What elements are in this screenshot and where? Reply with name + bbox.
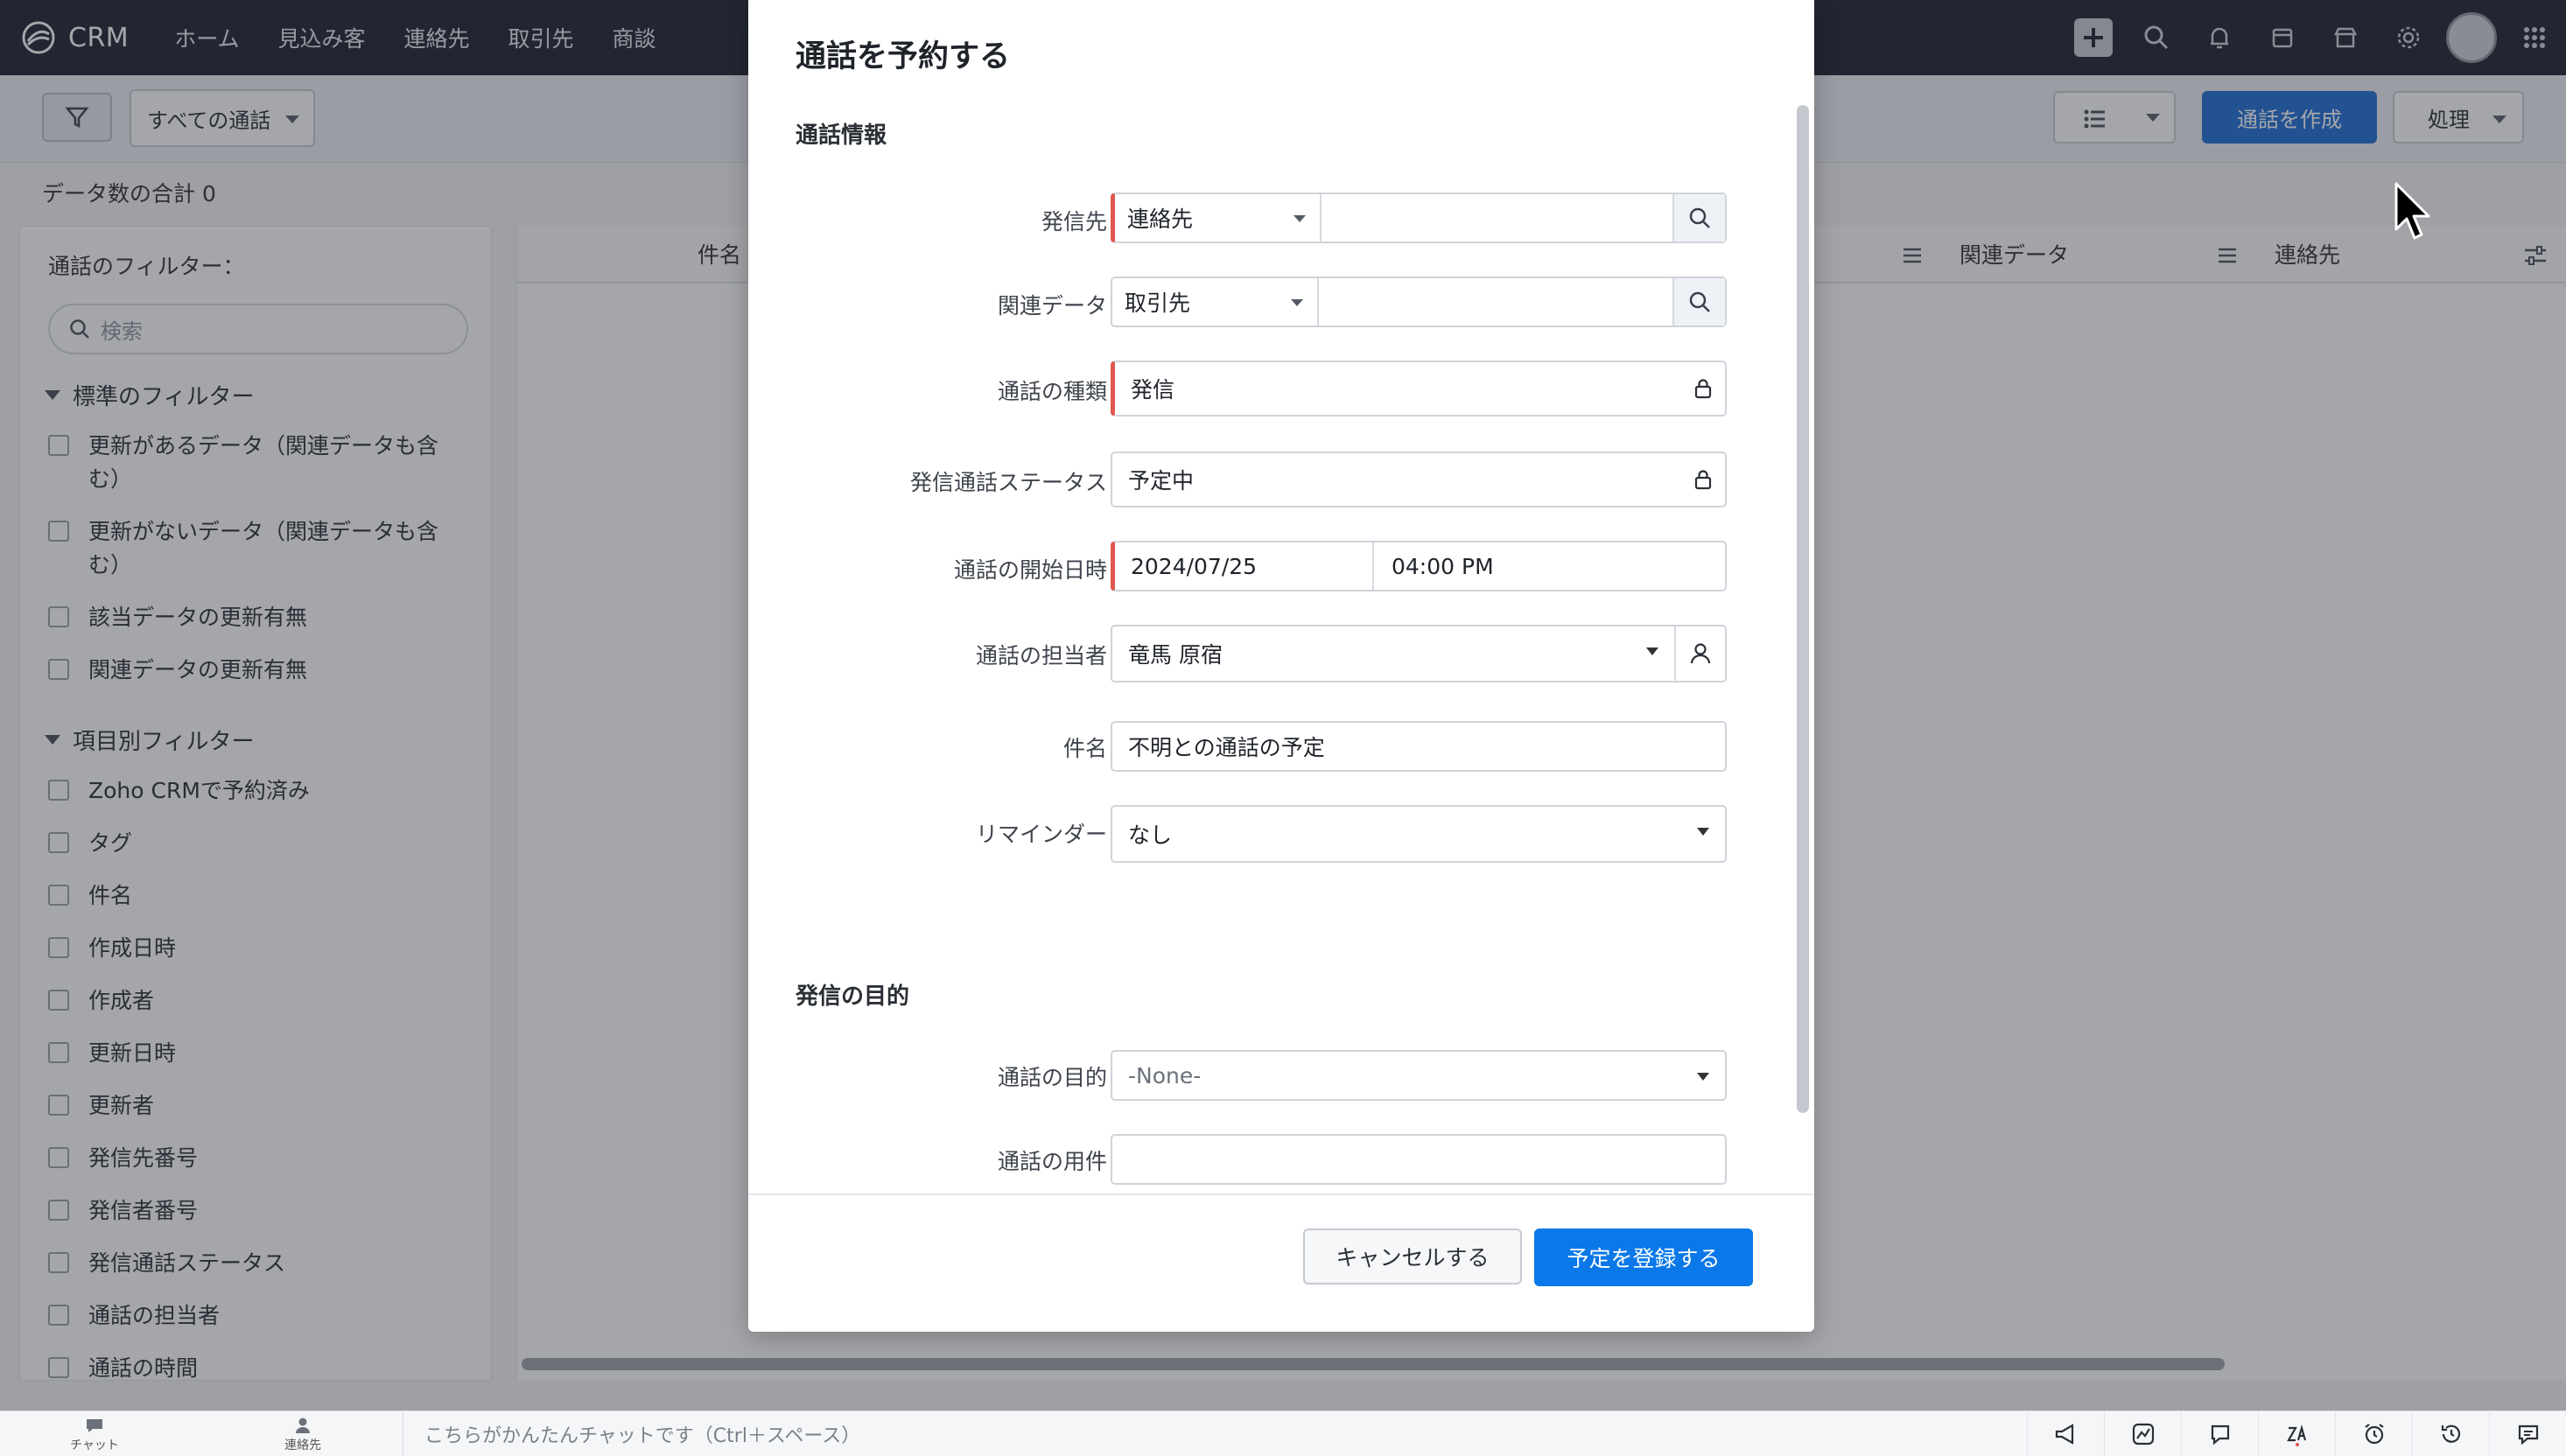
modal-title: 通話を予約する (796, 39, 1011, 74)
chevron-down-icon (1291, 299, 1303, 306)
call-agenda-input[interactable] (1111, 1134, 1727, 1185)
callee-search-button[interactable] (1674, 194, 1725, 242)
search-icon (1689, 291, 1710, 312)
bottom-tools (2027, 1411, 2566, 1456)
quick-chat-placeholder: こちらがかんたんチャットです（Ctrl＋スペース） (424, 1425, 861, 1447)
related-input[interactable] (1319, 278, 1674, 326)
announcement-button[interactable] (2027, 1411, 2104, 1456)
callee-module-select[interactable]: 連絡先 (1115, 194, 1322, 242)
field-label: 通話の目的 (997, 1065, 1107, 1090)
reminder-select[interactable]: なし (1111, 805, 1727, 863)
field-label: 発信通話ステータス (909, 470, 1107, 495)
field-label: 通話の担当者 (975, 643, 1107, 668)
history-button[interactable] (2412, 1411, 2489, 1456)
help-chat-icon (2518, 1424, 2538, 1446)
field-label: リマインダー (975, 822, 1107, 847)
caret-down-icon (1685, 1052, 1725, 1099)
help-button[interactable] (2489, 1411, 2566, 1456)
schedule-call-modal: 通話を予約する 通話情報 発信先 連絡先 関連データ 取引先 通話の種類 発信 … (748, 0, 1814, 1332)
field-label: 発信先 (1041, 209, 1107, 234)
chevron-down-icon (1634, 626, 1674, 681)
quick-chat-input[interactable]: こちらがかんたんチャットです（Ctrl＋スペース） (403, 1411, 2048, 1456)
call-start-date-input[interactable]: 2024/07/25 (1115, 542, 1374, 590)
field-label: 通話の用件 (997, 1149, 1107, 1174)
call-purpose-select[interactable]: -None- (1111, 1050, 1727, 1101)
reminder-value: なし (1128, 822, 1173, 848)
analytics-button[interactable] (2104, 1411, 2181, 1456)
modal-footer: キャンセルする 予定を登録する (748, 1194, 1814, 1332)
feedback-button[interactable] (2181, 1411, 2258, 1456)
bottom-chat-label: チャット (70, 1438, 119, 1452)
bottom-contacts-label: 連絡先 (284, 1438, 321, 1452)
schedule-call-button[interactable]: 予定を登録する (1534, 1228, 1753, 1286)
user-icon[interactable] (1674, 626, 1725, 681)
mouse-cursor-icon (2394, 182, 2430, 240)
section-title-call-purpose: 発信の目的 (796, 984, 910, 1010)
zia-icon (2286, 1424, 2306, 1446)
subject-value: 不明との通話の予定 (1128, 735, 1325, 760)
bottom-contacts-tab[interactable]: 連絡先 (242, 1413, 364, 1455)
lock-icon (1681, 377, 1725, 400)
related-module-value: 取引先 (1125, 290, 1191, 316)
zia-button[interactable] (2258, 1411, 2335, 1456)
call-owner-field[interactable]: 竜馬 原宿 (1111, 625, 1727, 682)
field-label: 通話の開始日時 (953, 557, 1107, 583)
modal-body: 通話情報 発信先 連絡先 関連データ 取引先 通話の種類 発信 発信通話ステータ… (748, 96, 1790, 1194)
callee-input[interactable] (1322, 194, 1674, 242)
modal-scrollbar-thumb[interactable] (1797, 105, 1809, 1113)
field-label: 通話の種類 (997, 379, 1107, 404)
call-purpose-value: -None- (1128, 1062, 1202, 1088)
related-lookup-field: 取引先 (1111, 276, 1727, 327)
alarm-clock-icon (2364, 1424, 2384, 1445)
call-start-time-input[interactable]: 04:00 PM (1374, 554, 1725, 579)
cancel-button[interactable]: キャンセルする (1303, 1228, 1522, 1284)
section-title-call-info: 通話情報 (796, 122, 887, 149)
feedback-icon (2211, 1424, 2229, 1446)
field-label: 件名 (1062, 736, 1107, 761)
chat-icon (87, 1419, 102, 1432)
caret-down-icon (1685, 807, 1725, 861)
bottom-chat-tab[interactable]: チャット (33, 1413, 156, 1455)
alarm-button[interactable] (2335, 1411, 2412, 1456)
call-owner-value: 竜馬 原宿 (1128, 642, 1223, 668)
bottom-bar: チャット 連絡先 こちらがかんたんチャットです（Ctrl＋スペース） (0, 1410, 2566, 1456)
call-status-value: 予定中 (1128, 468, 1195, 494)
related-search-button[interactable] (1674, 278, 1725, 326)
lock-icon (1681, 468, 1725, 491)
field-label: 関連データ (997, 293, 1107, 318)
analytics-icon (2132, 1423, 2154, 1446)
chevron-down-icon (1294, 215, 1306, 222)
callee-module-value: 連絡先 (1127, 206, 1194, 232)
call-status-field: 予定中 (1111, 452, 1727, 508)
related-module-select[interactable]: 取引先 (1112, 278, 1319, 326)
megaphone-icon (2055, 1424, 2073, 1445)
subject-input[interactable]: 不明との通話の予定 (1111, 721, 1727, 772)
person-icon (296, 1418, 310, 1433)
call-type-field: 発信 (1111, 360, 1727, 416)
call-start-datetime-field: 2024/07/25 04:00 PM (1111, 541, 1727, 592)
callee-lookup-field: 連絡先 (1111, 192, 1727, 243)
search-icon (1689, 207, 1710, 228)
history-icon (2441, 1424, 2460, 1443)
call-type-value: 発信 (1131, 377, 1175, 402)
